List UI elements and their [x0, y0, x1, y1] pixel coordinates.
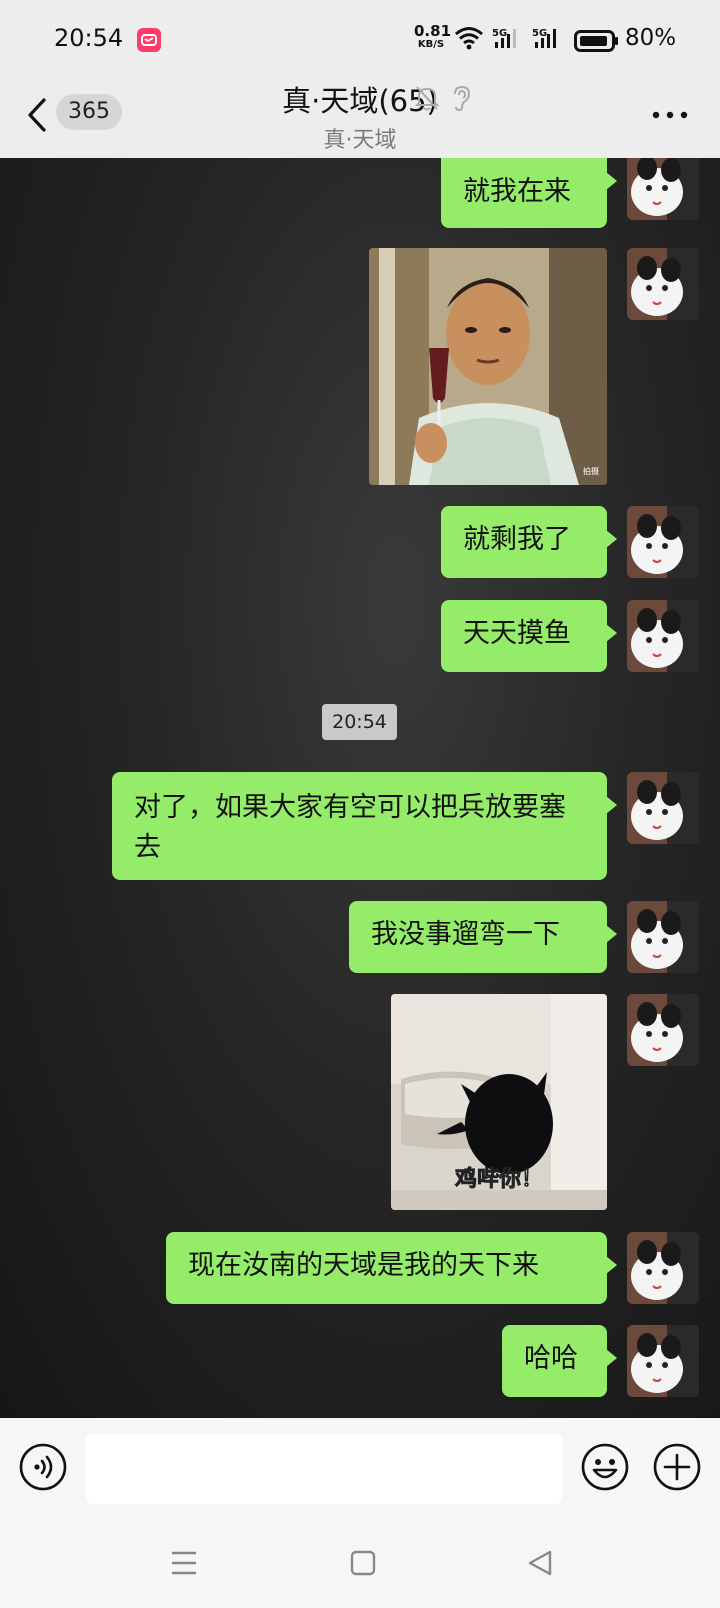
cellular-signal-icon: 5G	[492, 26, 526, 54]
battery-icon	[574, 30, 620, 56]
emoji-button[interactable]	[580, 1442, 630, 1492]
message-bubble[interactable]: 现在汝南的天域是我的天下来	[166, 1232, 617, 1304]
chat-header: 365 真·天域(65) 真·天域	[0, 72, 720, 158]
mute-bell-icon	[414, 84, 440, 116]
chat-subtitle: 真·天域	[323, 128, 397, 153]
battery-level: 80%	[625, 25, 677, 51]
message-text: 就我在来	[463, 176, 571, 207]
system-navigation-bar	[0, 1524, 720, 1608]
message-text: 我没事遛弯一下	[371, 919, 560, 950]
nav-home-button[interactable]	[350, 1548, 376, 1582]
message-text: 对了，如果大家有空可以把兵放要塞去	[134, 792, 566, 863]
message-bubble[interactable]: 我没事遛弯一下	[349, 901, 617, 973]
network-speed-unit: KB/S	[417, 39, 445, 50]
message-bubble[interactable]: 对了，如果大家有空可以把兵放要塞去	[112, 772, 617, 880]
message-text: 就剩我了	[463, 524, 571, 555]
menu-icon	[172, 1551, 196, 1575]
signal-1-label: 5G	[492, 28, 507, 39]
message-text: 天天摸鱼	[463, 618, 571, 649]
message-image-man-wine[interactable]: 拍摄	[369, 248, 607, 485]
avatar[interactable]	[627, 600, 699, 672]
nav-menu-button[interactable]	[170, 1548, 198, 1582]
chat-timestamp: 20:54	[322, 704, 397, 740]
cellular-signal-icon-2: 5G	[532, 26, 566, 54]
home-square-icon	[350, 1550, 376, 1576]
message-bubble[interactable]: 天天摸鱼	[441, 600, 617, 672]
message-text-input[interactable]	[86, 1434, 562, 1504]
message-image-cat-meme[interactable]: 鸡哔你！	[391, 994, 607, 1210]
message-bubble[interactable]: 就我在来	[441, 158, 617, 228]
wifi-icon	[454, 26, 484, 54]
more-functions-button[interactable]	[652, 1442, 702, 1492]
avatar[interactable]	[627, 158, 699, 220]
avatar[interactable]	[627, 772, 699, 844]
message-input-bar	[0, 1418, 720, 1524]
image-watermark: 拍摄	[583, 466, 599, 476]
unread-count-badge[interactable]: 365	[56, 94, 122, 130]
network-speed: 0.81 KB/S	[414, 22, 452, 50]
message-text: 哈哈	[524, 1343, 578, 1374]
more-icon	[652, 111, 688, 119]
avatar[interactable]	[627, 1232, 699, 1304]
app-notification-icon	[137, 28, 161, 52]
chevron-left-icon	[28, 98, 46, 132]
signal-2-label: 5G	[532, 28, 547, 39]
ear-icon	[450, 84, 472, 116]
voice-input-button[interactable]	[18, 1442, 68, 1492]
back-triangle-icon	[528, 1550, 552, 1576]
more-options-button[interactable]	[650, 100, 690, 130]
voice-icon	[19, 1443, 67, 1491]
avatar[interactable]	[627, 1325, 699, 1397]
avatar[interactable]	[627, 901, 699, 973]
message-bubble[interactable]: 就剩我了	[441, 506, 617, 578]
plus-icon	[653, 1443, 701, 1491]
status-bar: 20:54 0.81 KB/S 5G 5G 80%	[0, 0, 720, 72]
message-bubble[interactable]: 哈哈	[502, 1325, 617, 1397]
avatar[interactable]	[627, 248, 699, 320]
nav-back-button[interactable]	[526, 1548, 554, 1582]
avatar[interactable]	[627, 506, 699, 578]
status-time: 20:54	[54, 24, 124, 52]
image-caption: 鸡哔你！	[454, 1166, 543, 1192]
network-speed-value: 0.81	[414, 22, 452, 40]
avatar[interactable]	[627, 994, 699, 1066]
emoji-icon	[581, 1443, 629, 1491]
message-text: 现在汝南的天域是我的天下来	[188, 1250, 539, 1281]
chat-message-list[interactable]: 就我在来 拍摄 就剩我了 天天摸鱼 20:54 对了，如果大家有空可以把兵放要塞…	[0, 158, 720, 1418]
